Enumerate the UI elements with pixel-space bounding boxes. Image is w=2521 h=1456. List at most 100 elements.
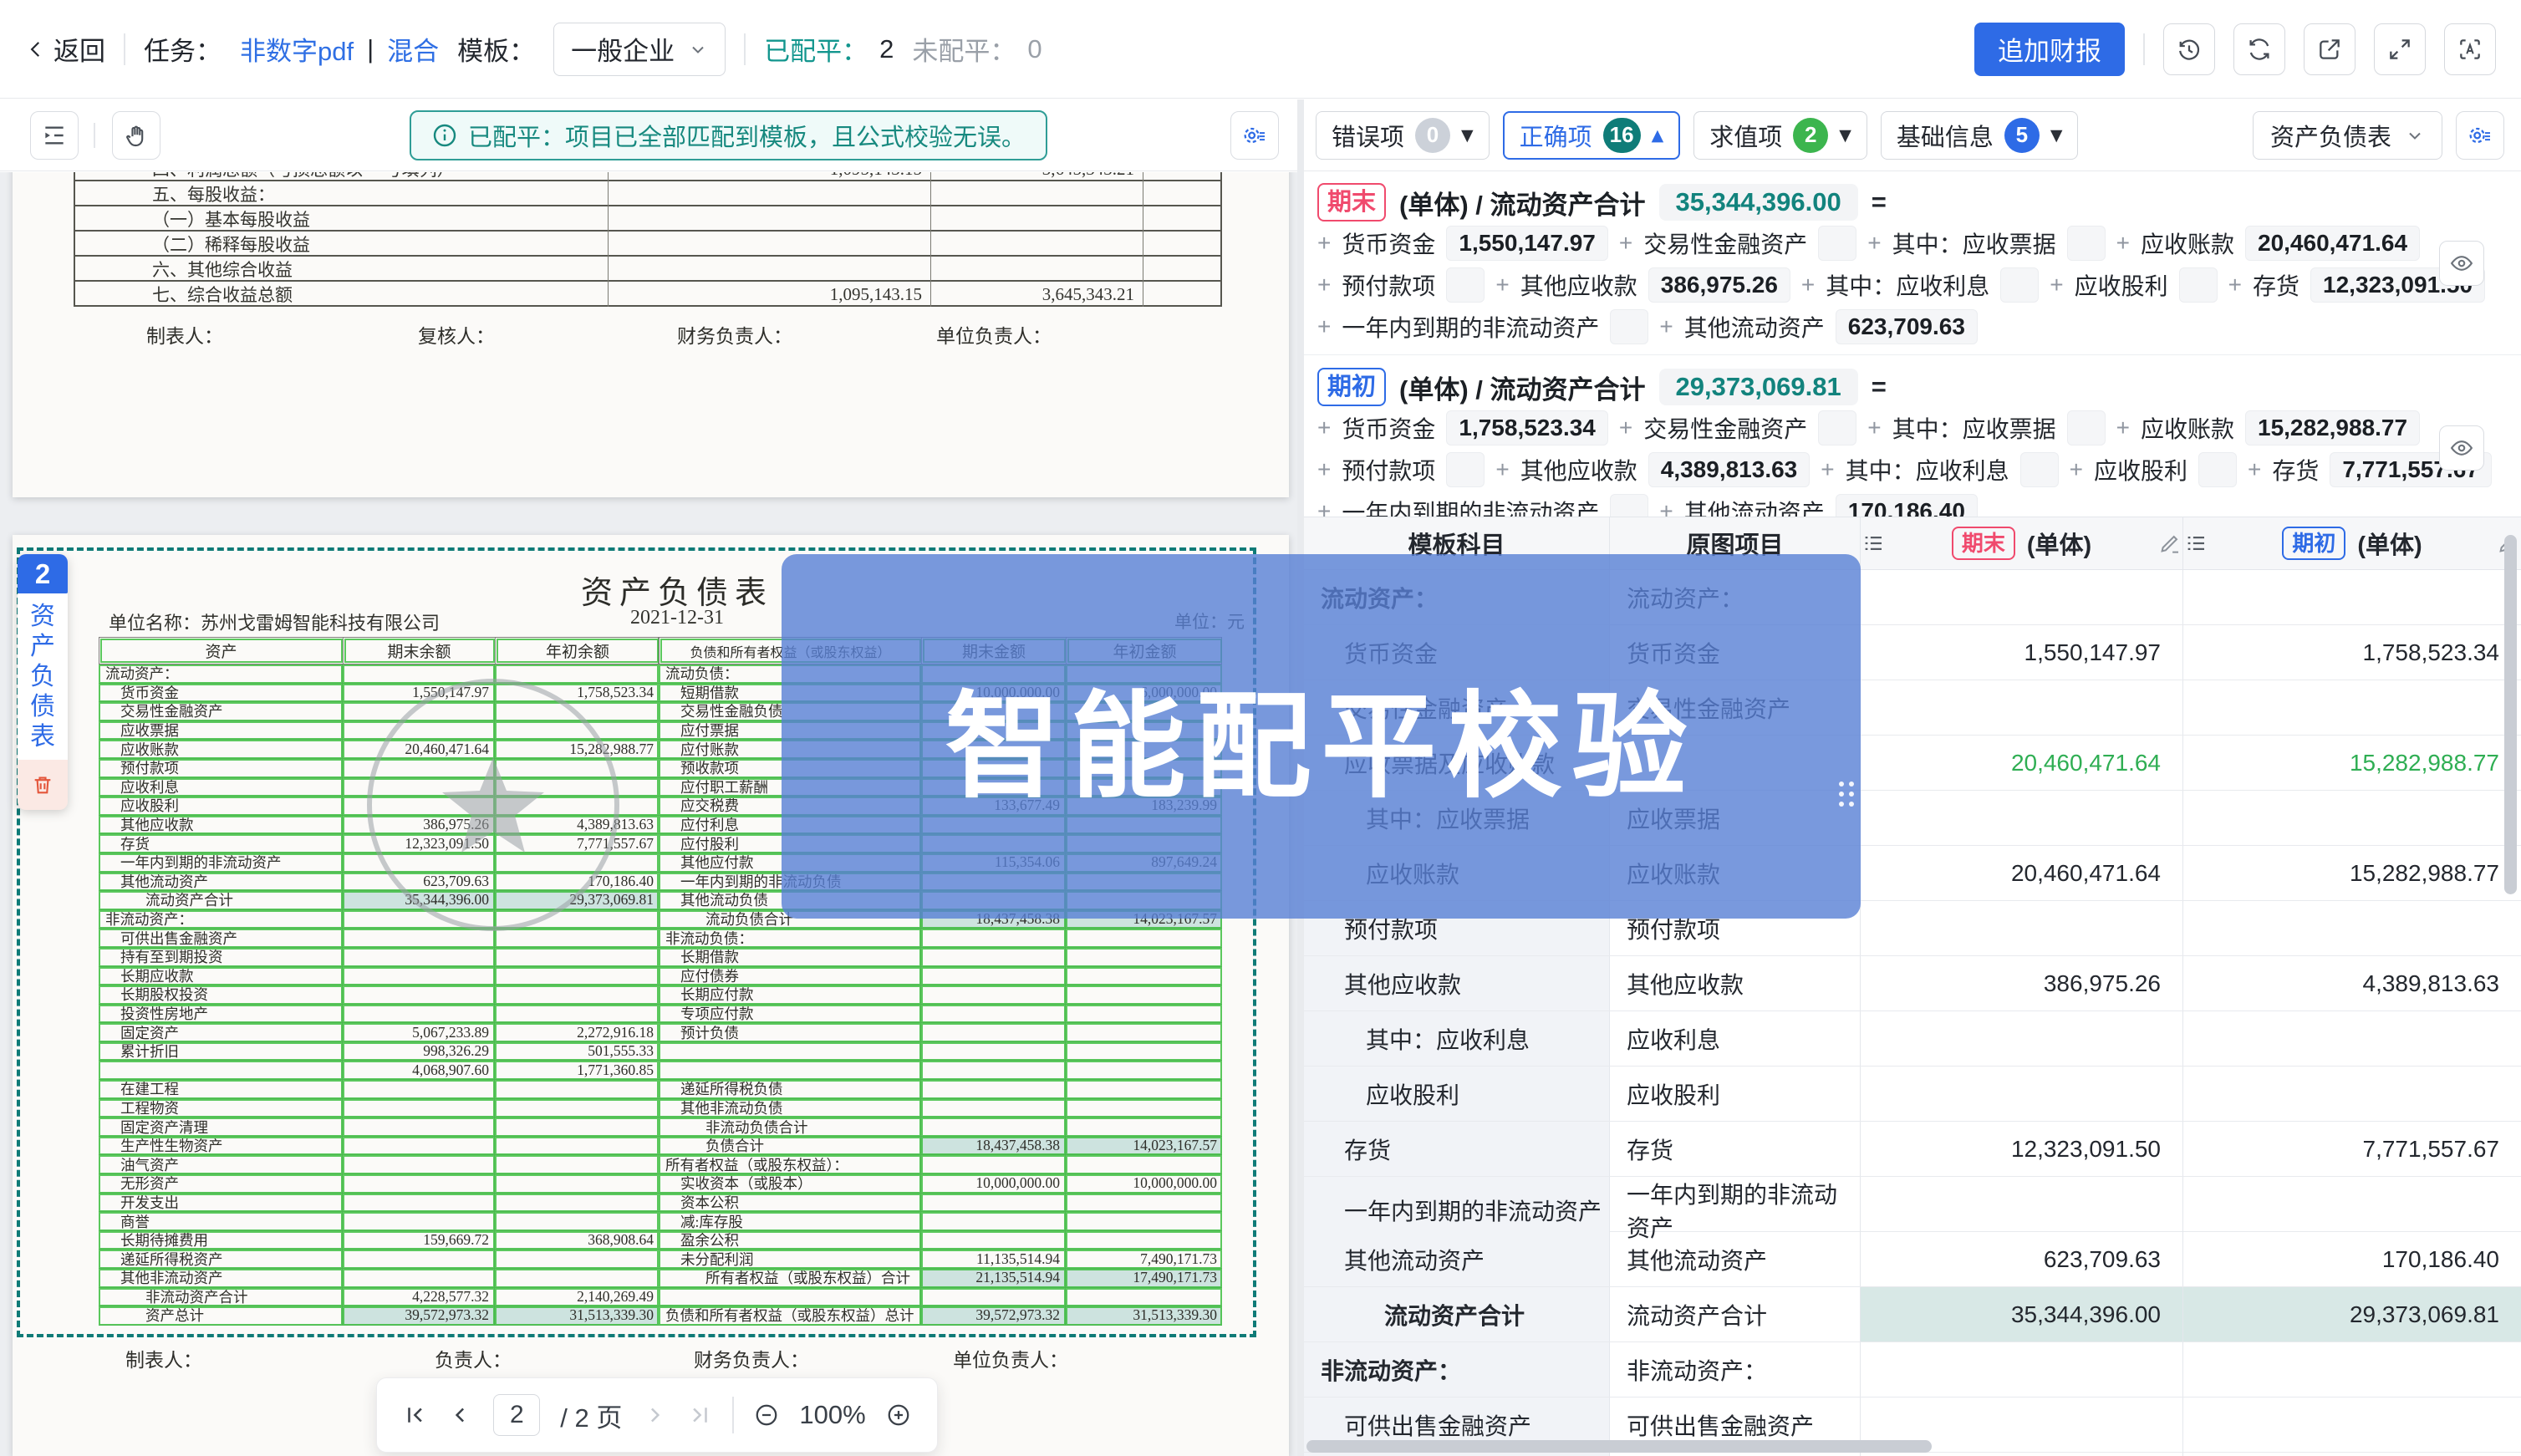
term-value-box[interactable] — [1818, 410, 1856, 445]
scan-company: 单位名称：苏州戈雷姆智能科技有限公司 — [109, 608, 440, 635]
term-label: 货币资金 — [1342, 227, 1435, 260]
scan-liability-row: 非流动负债合计 — [659, 1117, 1222, 1137]
template-select[interactable]: 一般企业 — [553, 23, 726, 76]
term-value-box[interactable]: 386,975.26 — [1648, 267, 1790, 303]
scan-liability-row — [659, 1288, 1222, 1307]
scan-asset-row: 递延所得税资产 — [99, 1250, 659, 1269]
vertical-scrollbar[interactable] — [2504, 535, 2517, 894]
term-value-box[interactable] — [1818, 226, 1856, 261]
match-table-row[interactable]: 流动资产合计流动资产合计35,344,396.0029,373,069.81 — [1304, 1287, 2521, 1342]
delete-document-button[interactable] — [18, 760, 68, 810]
filter-button-求值项[interactable]: 求值项2▼ — [1693, 111, 1867, 160]
refresh-button[interactable] — [2233, 23, 2285, 75]
chevron-left-icon — [25, 38, 47, 60]
term-value-box[interactable]: 1,550,147.97 — [1446, 226, 1608, 261]
term-value-box[interactable] — [2020, 452, 2059, 487]
term-label: 应收账款 — [2141, 227, 2234, 260]
term-value-box[interactable]: 1,758,523.34 — [1446, 410, 1608, 445]
term-label: 预付款项 — [1342, 453, 1435, 486]
term-value-box[interactable] — [2067, 226, 2106, 261]
divider — [94, 123, 95, 148]
column-list-icon[interactable] — [2183, 531, 2208, 556]
next-page-button[interactable] — [642, 1403, 667, 1428]
expand-icon — [2386, 36, 2413, 63]
end-value-cell: 623,709.63 — [1861, 1232, 2183, 1286]
end-value-cell: 1,550,147.97 — [1861, 625, 2183, 680]
sheet-select[interactable]: 资产负债表 — [2253, 111, 2442, 160]
template-item-cell: 其他流动资产 — [1304, 1232, 1610, 1286]
ocr-button[interactable] — [2444, 23, 2496, 75]
pagination-bar: 2 / 2 页 100% — [376, 1377, 938, 1453]
scan-asset-row: 资产总计39,572,973.3231,513,339.30 — [99, 1306, 659, 1326]
formula-total-value[interactable]: 29,373,069.81 — [1659, 369, 1858, 405]
export-button[interactable] — [2304, 23, 2355, 75]
term-value-box[interactable] — [1446, 267, 1485, 303]
current-page-input[interactable]: 2 — [493, 1394, 540, 1436]
match-table-row[interactable]: 其他流动资产其他流动资产623,709.63170,186.40 — [1304, 1232, 2521, 1287]
horizontal-scrollbar[interactable] — [1306, 1440, 1932, 1453]
plus-operator: + — [2116, 415, 2130, 441]
column-list-icon[interactable] — [1861, 531, 1886, 556]
scan-liability-row: 其他非流动负债 — [659, 1099, 1222, 1118]
term-value-box[interactable]: 623,709.63 — [1836, 309, 1978, 344]
match-table-row[interactable]: 非流动资产：非流动资产： — [1304, 1342, 2521, 1397]
match-table-row[interactable]: 持有至到期投资持有至到期投资 — [1304, 1453, 2521, 1456]
term-value-box[interactable] — [1610, 309, 1648, 344]
page2-footer: 制表人：负责人：财务负责人：单位负责人： — [13, 1344, 1289, 1377]
term-label: 其中：应收票据 — [1892, 227, 2056, 260]
filter-button-正确项[interactable]: 正确项16▲ — [1503, 111, 1681, 160]
pan-tool-button[interactable] — [112, 111, 160, 160]
history-button[interactable] — [2163, 23, 2215, 75]
formula-total-value[interactable]: 35,344,396.00 — [1659, 184, 1858, 221]
eye-button[interactable] — [2439, 241, 2484, 286]
term-value-box[interactable] — [2198, 452, 2237, 487]
plus-operator: + — [1659, 313, 1673, 340]
outline-button[interactable] — [30, 111, 79, 160]
match-table-row[interactable]: 应收股利应收股利 — [1304, 1067, 2521, 1122]
edit-pencil-icon[interactable] — [2157, 531, 2182, 556]
eye-button[interactable] — [2439, 425, 2484, 471]
first-page-button[interactable] — [403, 1403, 428, 1428]
term-label: 其他应收款 — [1520, 453, 1637, 486]
match-table-row[interactable]: 存货存货12,323,091.507,771,557.67 — [1304, 1122, 2521, 1177]
scan-liability-row: 长期应付款 — [659, 985, 1222, 1005]
prev-page-button[interactable] — [448, 1403, 473, 1428]
zoom-in-button[interactable] — [886, 1403, 911, 1428]
filter-button-错误项[interactable]: 错误项0▼ — [1316, 111, 1490, 160]
signature-label: 单位负责人： — [953, 1344, 1068, 1372]
scan-liability-row: 递延所得税负债 — [659, 1080, 1222, 1099]
match-settings-button[interactable] — [2456, 111, 2504, 160]
term-value-box[interactable] — [2000, 267, 2039, 303]
term-value-box[interactable] — [1446, 452, 1485, 487]
match-table-row[interactable]: 其他应收款其他应收款386,975.264,389,813.63 — [1304, 956, 2521, 1011]
plus-operator: + — [2116, 230, 2130, 257]
filter-button-基础信息[interactable]: 基础信息5▼ — [1881, 111, 2079, 160]
viewer-settings-button[interactable] — [1230, 111, 1279, 160]
eye-icon — [2449, 251, 2474, 276]
append-report-button[interactable]: 追加财报 — [1974, 23, 2125, 76]
term-value-box[interactable]: 15,282,988.77 — [2245, 410, 2420, 445]
term-label: 货币资金 — [1342, 411, 1435, 445]
last-page-button[interactable] — [687, 1403, 712, 1428]
begin-column-header: 期初 (单体) — [2183, 517, 2521, 569]
match-table-row[interactable]: 一年内到期的非流动资产一年内到期的非流动资产 — [1304, 1177, 2521, 1232]
document-tab[interactable]: 2 资产负债表 — [18, 554, 68, 810]
begin-value-cell: 4,389,813.63 — [2183, 956, 2521, 1011]
end-value-cell — [1861, 1067, 2183, 1121]
fullscreen-button[interactable] — [2374, 23, 2426, 75]
drag-handle-icon[interactable] — [1839, 781, 1854, 807]
company-stamp — [351, 667, 635, 943]
task-mode-link[interactable]: 混合 — [387, 30, 439, 68]
match-table-row[interactable]: 其中：应收利息应收利息 — [1304, 1011, 2521, 1067]
divider — [2143, 33, 2145, 65]
task-type-link[interactable]: 非数字pdf — [240, 30, 354, 68]
term-value-box[interactable]: 20,460,471.64 — [2245, 226, 2420, 261]
scan-liability-row: 长期借款 — [659, 948, 1222, 967]
plus-operator: + — [1821, 456, 1834, 483]
term-value-box[interactable] — [2067, 410, 2106, 445]
top-header-bar: 返回 任务： 非数字pdf | 混合 模板： 一般企业 已配平： 2 未配平： … — [0, 0, 2521, 99]
term-value-box[interactable]: 4,389,813.63 — [1648, 452, 1811, 487]
zoom-out-button[interactable] — [754, 1403, 779, 1428]
term-value-box[interactable] — [2179, 267, 2218, 303]
back-button[interactable]: 返回 — [25, 30, 105, 68]
